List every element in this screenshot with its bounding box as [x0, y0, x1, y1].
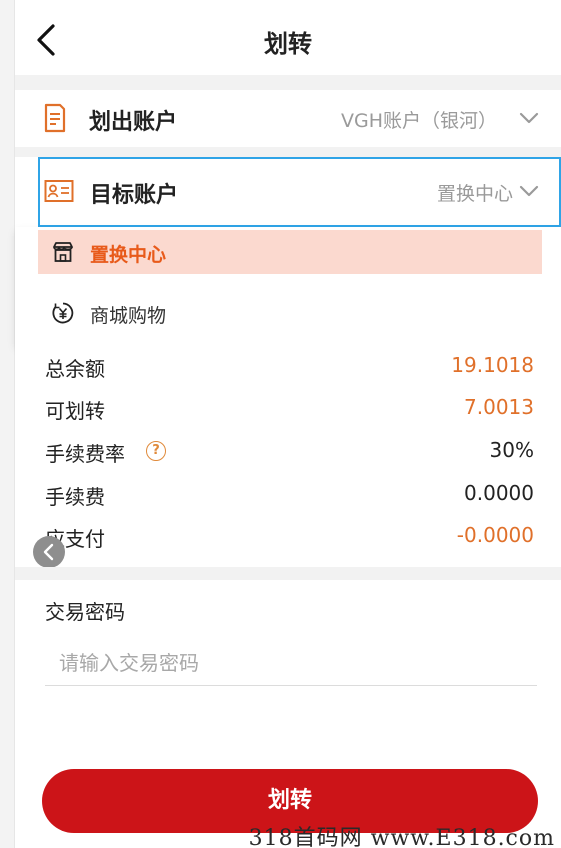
watermark-text: 318首码网 www.E318.com	[248, 826, 555, 848]
id-card-icon	[44, 179, 74, 207]
section-divider	[15, 147, 561, 157]
chevron-left-icon	[43, 543, 54, 561]
fee-rate-value: 30%	[489, 438, 534, 462]
from-account-value: VGH账户（银河）	[340, 110, 497, 132]
left-edge	[0, 0, 15, 848]
page-title: 划转	[264, 30, 312, 58]
section-divider	[15, 75, 561, 90]
payable-row: 应支付 -0.0000	[15, 517, 561, 557]
from-account-label: 划出账户	[89, 110, 178, 135]
section-divider	[15, 567, 561, 580]
floating-back-button[interactable]	[33, 536, 65, 568]
dropdown-option-label: 商城购物	[90, 305, 167, 327]
yuan-icon	[52, 302, 74, 329]
total-balance-value: 19.1018	[451, 353, 534, 377]
fee-label: 手续费	[45, 485, 105, 509]
header: 划转	[15, 0, 561, 75]
dropdown-option-mall-shopping[interactable]: 商城购物	[38, 291, 542, 335]
password-input[interactable]	[45, 640, 537, 686]
chevron-down-icon	[519, 110, 539, 129]
transferable-label: 可划转	[45, 399, 105, 423]
transferable-row: 可划转 7.0013	[15, 389, 561, 429]
total-balance-label: 总余额	[45, 357, 105, 381]
total-balance-row: 总余额 19.1018	[15, 347, 561, 387]
document-icon	[43, 103, 67, 137]
payable-value: -0.0000	[456, 523, 534, 547]
transferable-value: 7.0013	[464, 395, 534, 419]
fee-value: 0.0000	[464, 481, 534, 505]
password-label: 交易密码	[45, 600, 125, 624]
target-account-value: 置换中心	[436, 183, 513, 205]
fee-row: 手续费 0.0000	[15, 475, 561, 515]
target-account-label: 目标账户	[90, 183, 179, 208]
balance-summary: 总余额 19.1018 可划转 7.0013 手续费率 ? 30% 手续费 0.…	[15, 345, 561, 567]
dropdown-option-label: 置换中心	[90, 244, 167, 266]
dropdown-option-exchange-center[interactable]: 置换中心	[38, 230, 542, 274]
help-icon[interactable]: ?	[146, 441, 166, 461]
store-icon	[52, 241, 74, 268]
chevron-down-icon	[519, 183, 539, 202]
fee-rate-row: 手续费率 ? 30%	[15, 432, 561, 472]
fee-rate-label: 手续费率	[45, 442, 125, 466]
target-account-dropdown: 置换中心 商城购物	[15, 227, 561, 345]
target-account-select[interactable]: 目标账户 置换中心	[38, 157, 561, 227]
from-account-row[interactable]: 划出账户 VGH账户（银河）	[15, 90, 561, 147]
